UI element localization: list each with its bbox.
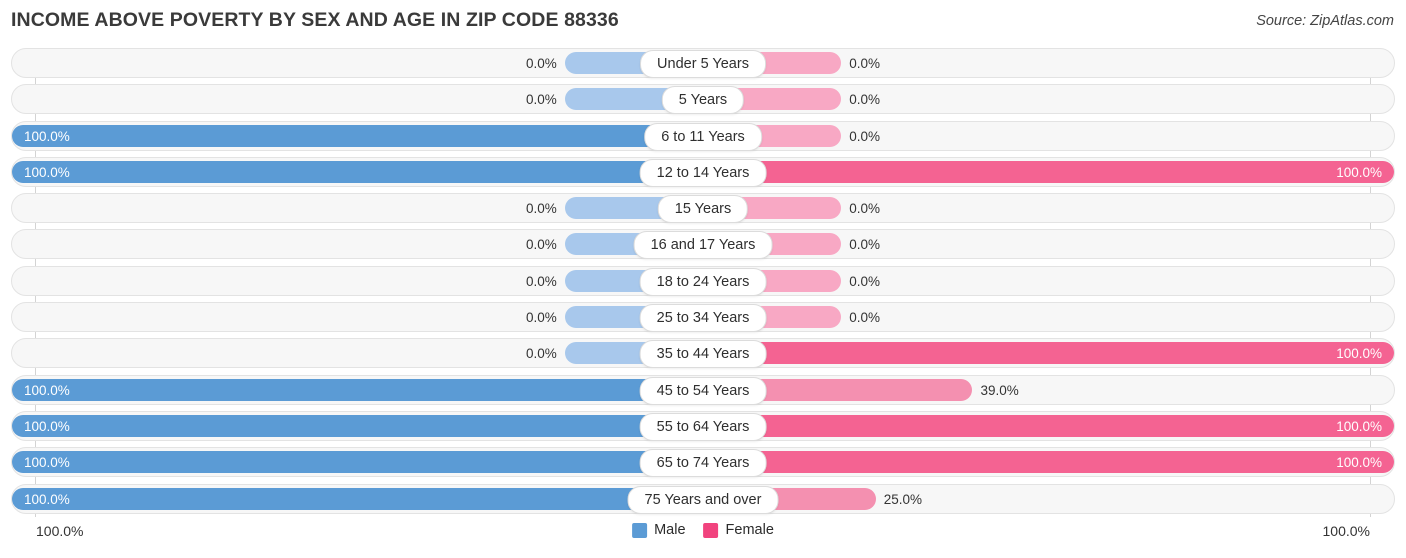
bar-value-female: 0.0% [849,128,880,144]
row-track: 100.0% 100.0% 65 to 74 Years [12,448,1394,478]
bar-value-female: 100.0% [1336,346,1382,362]
bar-value-female: 0.0% [849,92,880,108]
legend-swatch-male-icon [632,522,648,538]
category-label-pill: 55 to 64 Years [639,412,767,441]
table-row[interactable]: 100.0% 25.0% 75 Years and over [11,483,1395,514]
bar-value-male: 100.0% [24,382,70,398]
bar-value-female: 39.0% [980,382,1019,398]
bar-value-male: 0.0% [526,237,557,253]
bar-male[interactable] [12,451,703,474]
source-attribution: Source: ZipAtlas.com [1256,13,1394,29]
bar-value-female: 0.0% [849,310,880,326]
table-row[interactable]: 0.0% 0.0% 25 to 34 Years [11,302,1395,333]
bar-value-male: 100.0% [24,455,70,471]
row-track: 100.0% 25.0% 75 Years and over [12,485,1394,514]
table-row[interactable]: 0.0% 0.0% 15 Years [11,193,1395,224]
chart-legend: Male Female [632,522,774,538]
bar-value-male: 0.0% [526,201,557,217]
row-track: 0.0% 0.0% Under 5 Years [12,49,1394,78]
bar-value-female: 0.0% [849,273,880,289]
category-label-pill: 25 to 34 Years [639,304,767,333]
table-row[interactable]: 0.0% 100.0% 35 to 44 Years [11,338,1395,369]
legend-item-male[interactable]: Male [632,522,686,538]
category-label-pill: 75 Years and over [627,485,779,514]
bar-value-male: 0.0% [526,273,557,289]
row-track: 0.0% 0.0% 5 Years [12,85,1394,115]
bar-female[interactable] [703,342,1394,365]
chart-footer: 100.0% Male Female 100.0% [11,519,1395,549]
row-track: 100.0% 100.0% 12 to 14 Years [12,158,1394,187]
row-track: 0.0% 0.0% 15 Years [12,194,1394,224]
chart-header: INCOME ABOVE POVERTY BY SEX AND AGE IN Z… [0,0,1406,44]
table-row[interactable]: 100.0% 100.0% 55 to 64 Years [11,410,1395,441]
axis-label-left: 100.0% [36,523,84,539]
category-label-pill: 18 to 24 Years [639,267,767,296]
bar-value-male: 0.0% [526,310,557,326]
category-label-pill: 12 to 14 Years [639,158,767,187]
axis-label-right: 100.0% [1322,523,1370,539]
row-track: 0.0% 100.0% 35 to 44 Years [12,339,1394,369]
bar-value-male: 100.0% [24,418,70,434]
bar-value-male: 0.0% [526,92,557,108]
legend-label-male: Male [654,522,686,538]
table-row[interactable]: 100.0% 0.0% 6 to 11 Years [11,120,1395,151]
bar-value-female: 25.0% [883,491,923,507]
table-row[interactable]: 100.0% 39.0% 45 to 54 Years [11,374,1395,405]
category-label-pill: 15 Years [657,195,749,224]
category-label-pill: 6 to 11 Years [644,122,762,151]
table-row[interactable]: 0.0% 0.0% 5 Years [11,84,1395,115]
legend-swatch-female-icon [703,522,719,538]
bar-rows-container: 0.0% 0.0% Under 5 Years 0.0% 0.0% 5 Years 100.… [11,48,1395,520]
category-label-pill: 35 to 44 Years [639,340,767,369]
page-title: INCOME ABOVE POVERTY BY SEX AND AGE IN Z… [11,9,619,31]
bar-female[interactable] [703,451,1394,474]
row-track: 0.0% 0.0% 16 and 17 Years [12,230,1394,260]
category-label-pill: 65 to 74 Years [639,449,767,478]
table-row[interactable]: 0.0% 0.0% 16 and 17 Years [11,229,1395,260]
bar-male[interactable] [12,160,703,183]
legend-item-female[interactable]: Female [703,522,774,538]
bar-value-female: 0.0% [849,201,880,217]
bar-value-female: 0.0% [849,56,880,71]
category-label-pill: Under 5 Years [640,50,766,78]
table-row[interactable]: 100.0% 100.0% 12 to 14 Years [11,156,1395,187]
bar-female[interactable] [703,160,1394,183]
bar-value-male: 100.0% [24,164,70,180]
bar-value-female: 100.0% [1336,164,1382,180]
bar-male[interactable] [12,414,703,437]
category-label-pill: 5 Years [661,86,745,115]
bar-value-female: 0.0% [849,237,880,253]
bar-value-female: 100.0% [1336,418,1382,434]
row-track: 100.0% 0.0% 6 to 11 Years [12,122,1394,151]
row-track: 100.0% 39.0% 45 to 54 Years [12,376,1394,405]
bar-female[interactable] [703,414,1394,437]
bar-male[interactable] [12,124,703,147]
bar-value-male: 0.0% [526,346,557,362]
table-row[interactable]: 100.0% 100.0% 65 to 74 Years [11,447,1395,478]
bar-male[interactable] [12,487,703,510]
bar-value-male: 100.0% [24,128,70,144]
legend-label-female: Female [725,522,774,538]
row-track: 0.0% 0.0% 25 to 34 Years [12,303,1394,333]
table-row[interactable]: 0.0% 0.0% Under 5 Years [11,48,1395,78]
category-label-pill: 16 and 17 Years [633,231,773,260]
bar-value-female: 100.0% [1336,455,1382,471]
bar-value-male: 100.0% [24,491,70,507]
category-label-pill: 45 to 54 Years [639,376,767,405]
row-track: 100.0% 100.0% 55 to 64 Years [12,412,1394,441]
chart-plot-area: 0.0% 0.0% Under 5 Years 0.0% 0.0% 5 Years 100.… [11,48,1395,517]
bar-value-male: 0.0% [526,56,557,71]
table-row[interactable]: 0.0% 0.0% 18 to 24 Years [11,265,1395,296]
bar-male[interactable] [12,378,703,401]
row-track: 0.0% 0.0% 18 to 24 Years [12,267,1394,296]
